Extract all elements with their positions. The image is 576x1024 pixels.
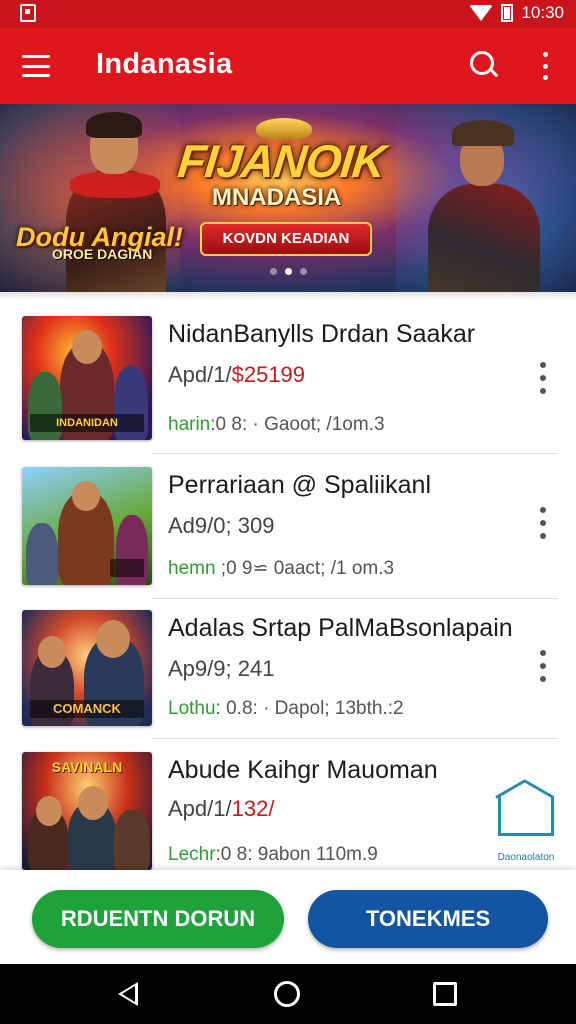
search-icon[interactable] [470,51,498,79]
status-bar: 10:30 [0,0,576,28]
item-title: NidanBanylls Drdan Saakar [168,320,476,348]
game-thumbnail: SAVINALN [22,752,152,870]
banner-left-logo-sub: OROE DAGIAN [52,246,153,262]
app-bar: Indanasia [0,28,576,104]
item-more-icon[interactable] [534,650,552,682]
thumbnail-caption: COMANCK [30,700,144,718]
game-thumbnail: COMANCK [22,610,152,726]
battery-icon [501,4,514,22]
item-title: Abude Kaihgr Mauoman [168,756,438,784]
banner-logo-main: FIJANOIK [175,135,388,187]
item-price: Ap9/9; 241 [168,656,275,681]
notification-icon [20,4,36,22]
recents-icon[interactable] [433,982,457,1006]
game-thumbnail [22,467,152,585]
watermark-logo: Daonaolaton [484,779,568,866]
item-meta: harin:0 8: · Gaoot; /1om.3 [168,414,385,435]
list-item[interactable]: Perrariaan @ Spaliikanl Ad9/0; 309 hemn … [0,467,576,609]
house-icon [498,796,554,836]
carousel-dot[interactable] [299,268,307,275]
item-price: Apd/1/$25199 [168,362,306,387]
item-price: Apd/1/132/ [168,796,275,821]
carousel-dot-active[interactable] [284,268,292,275]
item-meta: hemn ;0 9⋍ 0aact; /1 om.3 [168,558,395,579]
item-more-icon[interactable] [534,362,552,394]
bottom-action-bar: RDUENTN DORUN TONEKMES [0,870,576,964]
system-nav-bar [0,964,576,1024]
banner-ribbon: KOVDN KEADIAN [200,222,372,256]
item-more-icon[interactable] [534,507,552,539]
watermark-text: Daonaolaton [497,852,555,863]
menu-icon[interactable] [22,52,50,80]
game-list: INDANIDAN NidanBanylls Drdan Saakar Apd/… [0,296,576,870]
carousel-indicator [0,268,576,275]
list-item[interactable]: COMANCK Adalas Srtap PalMaBsonlapain Ap9… [0,610,576,752]
thumbnail-caption: INDANIDAN [30,414,144,432]
item-meta: Lechr:0 8: 9abon 110m.9 [168,844,378,865]
item-meta: Lothu: 0.8: · Dapol; 13bth.:2 [168,698,404,719]
game-thumbnail: INDANIDAN [22,316,152,440]
carousel-dot[interactable] [269,268,277,275]
banner-logo-sub: MNADASIA [212,184,342,211]
more-vert-icon[interactable] [538,52,552,80]
secondary-button[interactable]: TONEKMES [308,890,548,948]
item-title: Perrariaan @ Spaliikanl [168,471,432,499]
primary-button[interactable]: RDUENTN DORUN [32,890,284,948]
status-time: 10:30 [521,3,564,22]
status-right: 10:30 [469,3,564,23]
back-icon[interactable] [118,982,138,1006]
thumbnail-caption: SAVINALN [51,759,123,775]
item-title: Adalas Srtap PalMaBsonlapain [168,614,513,642]
banner-hero-right-image [418,114,548,292]
app-title: Indanasia [96,48,233,80]
wifi-icon [469,5,494,21]
list-item[interactable]: INDANIDAN NidanBanylls Drdan Saakar Apd/… [0,316,576,458]
item-price: Ad9/0; 309 [168,513,275,538]
banner-hero-left-image [60,112,170,292]
home-icon[interactable] [274,981,300,1007]
